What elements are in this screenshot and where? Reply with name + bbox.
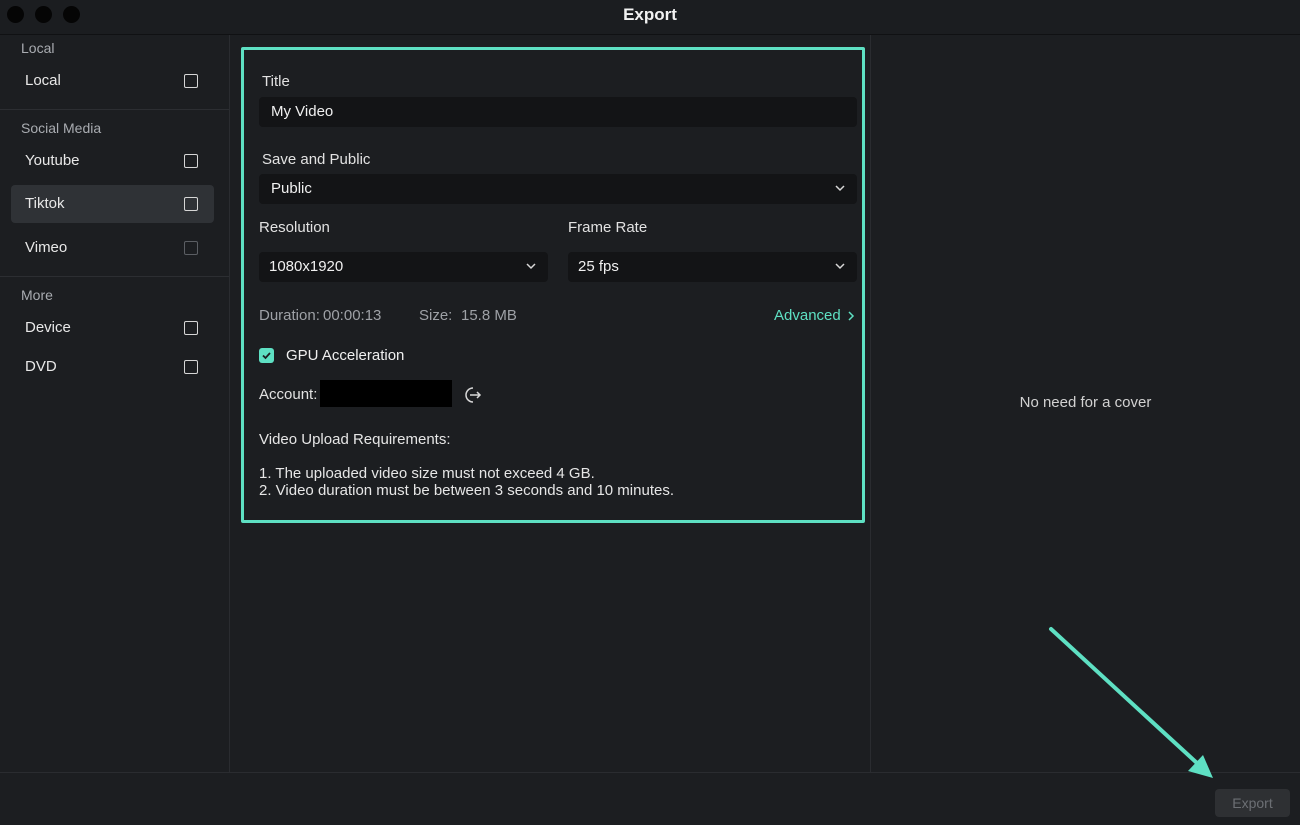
divider [0,109,229,110]
title-input[interactable]: My Video [259,97,857,127]
resolution-select[interactable]: 1080x1920 [259,252,548,282]
frame-rate-select[interactable]: 25 fps [568,252,857,282]
export-settings-panel: Title My Video Save and Public Public Re… [230,35,871,772]
cover-preview-panel: No need for a cover [871,35,1300,772]
gpu-acceleration-checkbox[interactable] [259,348,274,363]
account-label: Account: [259,386,318,403]
youtube-checkbox[interactable] [184,154,198,168]
section-label-more: More [21,287,53,303]
sidebar-item-label: Vimeo [25,239,68,256]
local-checkbox[interactable] [184,74,198,88]
size-value: 15.8 MB [461,307,517,324]
sidebar-item-label: Device [25,319,71,336]
window-title: Export [623,5,677,24]
divider [0,276,229,277]
privacy-select-value: Public [271,180,312,197]
title-input-value: My Video [271,103,334,120]
duration-label: Duration: [259,307,320,324]
title-label: Title [262,73,290,90]
chevron-down-icon [526,263,536,270]
duration-value: 00:00:13 [323,307,382,324]
footer-bar: Export [0,772,1300,825]
resolution-label: Resolution [259,219,330,236]
gpu-acceleration-label: GPU Acceleration [286,347,405,364]
sidebar-item-label: Tiktok [25,195,65,212]
logout-icon[interactable] [462,385,482,405]
tiktok-checkbox[interactable] [184,197,198,211]
sidebar: Local Local Social Media Youtube Tiktok … [0,35,230,772]
chevron-down-icon [835,263,845,270]
export-button[interactable]: Export [1215,789,1290,817]
sidebar-item-label: DVD [25,358,57,375]
sidebar-item-vimeo[interactable]: Vimeo [11,229,214,267]
frame-rate-select-value: 25 fps [578,258,619,275]
advanced-link-label: Advanced [774,307,841,324]
sidebar-item-label: Youtube [25,152,80,169]
device-checkbox[interactable] [184,321,198,335]
requirement-item: 2. Video duration must be between 3 seco… [259,482,674,499]
requirements-title: Video Upload Requirements: [259,431,451,448]
dvd-checkbox[interactable] [184,360,198,374]
sidebar-item-device[interactable]: Device [11,309,214,347]
account-name-redacted [320,380,452,407]
vimeo-checkbox[interactable] [184,241,198,255]
privacy-label: Save and Public [262,151,371,168]
requirement-item: 1. The uploaded video size must not exce… [259,465,595,482]
sidebar-item-youtube[interactable]: Youtube [11,142,214,180]
sidebar-item-tiktok[interactable]: Tiktok [11,185,214,223]
section-label-local: Local [21,40,55,56]
sidebar-item-label: Local [25,72,61,89]
resolution-select-value: 1080x1920 [269,258,344,275]
section-label-social-media: Social Media [21,120,102,136]
size-label: Size: [419,307,453,324]
sidebar-item-local[interactable]: Local [11,62,214,100]
cover-message: No need for a cover [1019,394,1152,411]
chevron-right-icon [848,311,855,321]
checkmark-icon [262,352,271,360]
frame-rate-label: Frame Rate [568,219,648,236]
title-bar: Export [0,0,1300,35]
sidebar-item-dvd[interactable]: DVD [11,348,214,386]
advanced-link[interactable]: Advanced [774,307,855,324]
privacy-select[interactable]: Public [259,174,857,204]
chevron-down-icon [835,185,845,192]
